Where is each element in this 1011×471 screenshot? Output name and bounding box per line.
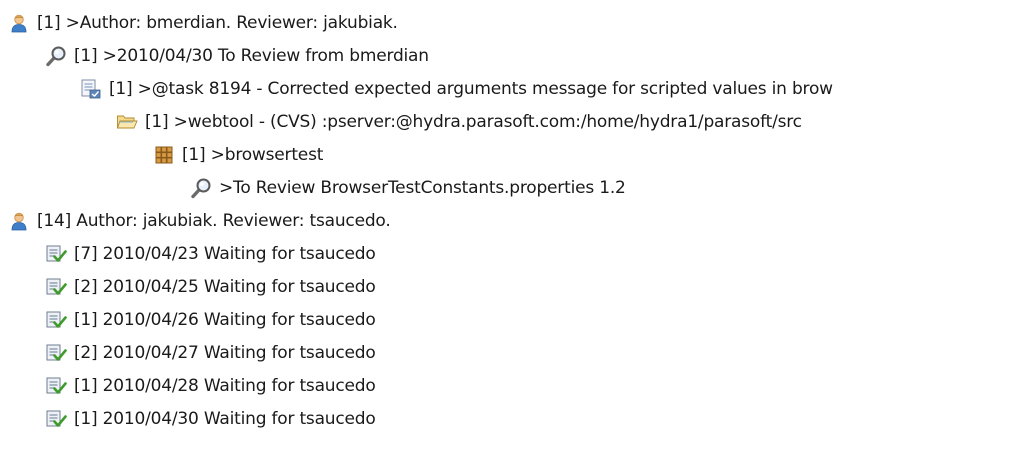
tree-node-package[interactable]: [1] >browsertest	[153, 140, 323, 170]
tree-node-waiting[interactable]: [1] 2010/04/26 Waiting for tsaucedo	[45, 305, 376, 335]
user-icon	[8, 12, 30, 34]
folder-open-icon	[116, 111, 138, 133]
tree-node-task[interactable]: [1] >@task 8194 - Corrected expected arg…	[80, 74, 833, 104]
tree-node-label: [1] >browsertest	[182, 145, 324, 165]
tree-node-waiting[interactable]: [7] 2010/04/23 Waiting for tsaucedo	[45, 239, 376, 269]
waiting-review-icon	[45, 408, 67, 430]
tree-node-label: [2] 2010/04/27 Waiting for tsaucedo	[74, 343, 376, 363]
waiting-review-icon	[45, 276, 67, 298]
tree-node-label: [1] >Author: bmerdian. Reviewer: jakubia…	[37, 13, 398, 33]
tree-node-label: [7] 2010/04/23 Waiting for tsaucedo	[74, 244, 376, 264]
waiting-review-icon	[45, 243, 67, 265]
magnifier-icon	[45, 45, 67, 67]
tree-node-label: [1] >2010/04/30 To Review from bmerdian	[74, 46, 429, 66]
tree-node-file[interactable]: >To Review BrowserTestConstants.properti…	[190, 173, 626, 203]
tree-node-waiting[interactable]: [2] 2010/04/25 Waiting for tsaucedo	[45, 272, 376, 302]
tree-node-label: [1] 2010/04/26 Waiting for tsaucedo	[74, 310, 376, 330]
tree-node-author-bmerdian[interactable]: [1] >Author: bmerdian. Reviewer: jakubia…	[8, 8, 398, 38]
tree-node-label: >To Review BrowserTestConstants.properti…	[219, 178, 626, 198]
waiting-review-icon	[45, 309, 67, 331]
tree-node-waiting[interactable]: [1] 2010/04/28 Waiting for tsaucedo	[45, 371, 376, 401]
magnifier-icon	[190, 177, 212, 199]
tree-node-waiting[interactable]: [1] 2010/04/30 Waiting for tsaucedo	[45, 404, 376, 434]
tree-node-label: [1] >@task 8194 - Corrected expected arg…	[109, 79, 833, 99]
waiting-review-icon	[45, 375, 67, 397]
user-icon	[8, 210, 30, 232]
tree-node-repository[interactable]: [1] >webtool - (CVS) :pserver:@hydra.par…	[116, 107, 802, 137]
tree-node-label: [1] 2010/04/30 Waiting for tsaucedo	[74, 409, 376, 429]
tree-node-label: [1] 2010/04/28 Waiting for tsaucedo	[74, 376, 376, 396]
tree-node-label: [14] Author: jakubiak. Reviewer: tsauced…	[37, 211, 391, 231]
review-tree: [1] >Author: bmerdian. Reviewer: jakubia…	[0, 0, 1011, 471]
tree-node-author-jakubiak[interactable]: [14] Author: jakubiak. Reviewer: tsauced…	[8, 206, 391, 236]
package-icon	[153, 144, 175, 166]
task-icon	[80, 78, 102, 100]
tree-node-waiting[interactable]: [2] 2010/04/27 Waiting for tsaucedo	[45, 338, 376, 368]
tree-node-label: [1] >webtool - (CVS) :pserver:@hydra.par…	[145, 112, 802, 132]
waiting-review-icon	[45, 342, 67, 364]
tree-node-review-date[interactable]: [1] >2010/04/30 To Review from bmerdian	[45, 41, 429, 71]
tree-node-label: [2] 2010/04/25 Waiting for tsaucedo	[74, 277, 376, 297]
